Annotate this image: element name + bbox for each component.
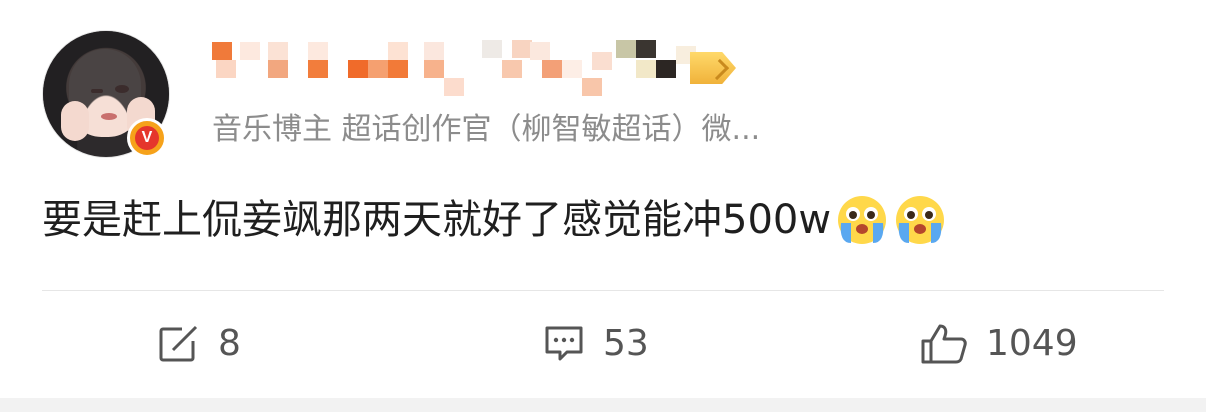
crying-emoji-icon [896, 196, 945, 244]
edit-square-icon [159, 325, 198, 362]
repost-button[interactable]: 8 [158, 318, 241, 370]
weibo-post-card: V 音乐博主 超话创作官（柳智敏超话）微... 要是赶上侃妾飒那两天就好了感觉能… [0, 0, 1206, 398]
comment-button[interactable]: 53 [543, 318, 649, 370]
blurred-username[interactable] [212, 38, 732, 96]
verified-badge-icon: V [127, 118, 167, 158]
avatar-eye-right [115, 85, 129, 93]
repost-count: 8 [218, 323, 241, 364]
divider [42, 290, 1164, 291]
comment-icon [545, 326, 583, 361]
post-text: 要是赶上侃妾飒那两天就好了感觉能冲500w [42, 197, 832, 243]
thumbs-up-icon [921, 324, 967, 364]
comment-count: 53 [603, 323, 649, 364]
user-subtitle: 音乐博主 超话创作官（柳智敏超话）微... [212, 112, 761, 147]
avatar-eye-left [91, 89, 103, 93]
avatar-hand-left [61, 101, 89, 141]
avatar-lips [101, 113, 117, 120]
crying-emoji-icon [838, 196, 887, 244]
verified-badge-letter: V [135, 126, 159, 150]
bottom-separator [0, 398, 1206, 412]
post-content: 要是赶上侃妾飒那两天就好了感觉能冲500w [42, 190, 947, 250]
like-button[interactable]: 1049 [920, 318, 1078, 370]
like-count: 1049 [986, 323, 1078, 364]
